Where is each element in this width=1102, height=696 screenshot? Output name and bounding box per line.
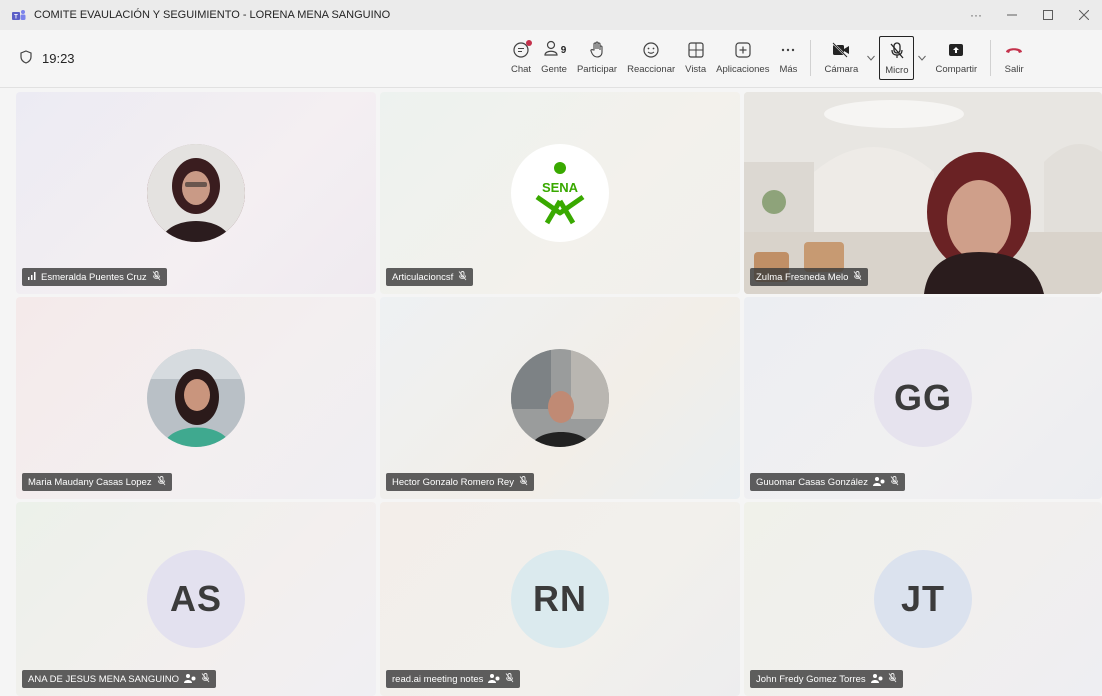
participant-name-tag: Guuomar Casas González bbox=[750, 473, 905, 491]
mic-off-icon bbox=[888, 672, 897, 686]
raise-hand-button[interactable]: Participar bbox=[572, 36, 622, 80]
participant-tile[interactable]: Maria Maudany Casas Lopez bbox=[16, 297, 376, 499]
participant-name: Maria Maudany Casas Lopez bbox=[28, 476, 152, 488]
external-guest-icon bbox=[870, 673, 883, 686]
participant-photo bbox=[147, 144, 245, 242]
mic-off-icon bbox=[505, 672, 514, 686]
participant-tile[interactable]: GG Guuomar Casas González bbox=[744, 297, 1102, 499]
external-guest-icon bbox=[488, 673, 500, 686]
participant-name: Hector Gonzalo Romero Rey bbox=[392, 476, 514, 488]
participant-tile[interactable]: Esmeralda Puentes Cruz bbox=[16, 92, 376, 294]
title-bar: T COMITE EVAULACIÓN Y SEGUIMIENTO - LORE… bbox=[0, 0, 1102, 30]
meeting-toolbar: 19:23 Chat 9 Gente Participar Reaccionar… bbox=[0, 30, 1102, 88]
participant-initials: JT bbox=[900, 578, 945, 619]
participant-initials: GG bbox=[893, 377, 952, 418]
participant-tile[interactable]: Hector Gonzalo Romero Rey bbox=[380, 297, 740, 499]
unread-dot bbox=[526, 40, 533, 46]
mic-off-icon bbox=[890, 475, 899, 489]
share-icon bbox=[947, 40, 965, 60]
external-guest-icon bbox=[872, 476, 885, 489]
hang-up-icon bbox=[1004, 40, 1024, 60]
people-button[interactable]: 9 Gente bbox=[536, 36, 572, 80]
participant-name-tag: ANA DE JESUS MENA SANGUINO bbox=[22, 670, 216, 688]
ellipsis-icon bbox=[779, 40, 797, 60]
grid-icon bbox=[687, 40, 705, 60]
maximize-icon[interactable] bbox=[1030, 0, 1066, 30]
mic-off-icon bbox=[853, 270, 862, 284]
participant-name-tag: Esmeralda Puentes Cruz bbox=[22, 268, 167, 286]
participant-name-tag: read.ai meeting notes bbox=[386, 670, 521, 688]
more-button[interactable]: Más bbox=[774, 36, 802, 80]
participant-name: Articulacioncsf bbox=[392, 271, 454, 283]
timer-text: 19:23 bbox=[42, 51, 75, 66]
participant-tile[interactable]: JT John Fredy Gomez Torres bbox=[744, 502, 1102, 696]
participant-name: Zulma Fresneda Melo bbox=[756, 271, 849, 283]
mic-off-icon bbox=[458, 270, 467, 284]
mic-button[interactable]: Micro bbox=[879, 36, 915, 80]
toolbar-divider bbox=[990, 40, 992, 76]
people-count: 9 bbox=[560, 44, 567, 56]
participant-tile[interactable]: AS ANA DE JESUS MENA SANGUINO bbox=[16, 502, 376, 696]
participant-name: Guuomar Casas González bbox=[756, 476, 868, 488]
participant-tile[interactable]: RN read.ai meeting notes bbox=[380, 502, 740, 696]
mic-off-icon bbox=[152, 270, 161, 284]
participant-name: ANA DE JESUS MENA SANGUINO bbox=[28, 673, 179, 685]
smile-icon bbox=[642, 40, 660, 60]
participant-video bbox=[744, 92, 1102, 294]
participant-photo bbox=[511, 349, 609, 447]
chat-button[interactable]: Chat bbox=[506, 36, 536, 80]
close-icon[interactable] bbox=[1066, 0, 1102, 30]
svg-text:T: T bbox=[14, 15, 18, 21]
mic-off-icon bbox=[519, 475, 528, 489]
mic-off-icon bbox=[889, 41, 905, 61]
svg-text:SENA: SENA bbox=[542, 180, 579, 195]
meeting-timer: 19:23 bbox=[20, 50, 75, 67]
window-title: COMITE EVAULACIÓN Y SEGUIMIENTO - LORENA… bbox=[34, 9, 391, 21]
mic-off-icon bbox=[201, 672, 210, 686]
view-button[interactable]: Vista bbox=[680, 36, 711, 80]
participant-name: read.ai meeting notes bbox=[392, 673, 484, 685]
camera-button[interactable]: Cámara bbox=[819, 36, 863, 80]
participant-name-tag: Zulma Fresneda Melo bbox=[750, 268, 869, 286]
chat-icon bbox=[512, 40, 533, 60]
participant-video-tile[interactable]: Zulma Fresneda Melo bbox=[744, 92, 1102, 294]
mic-off-icon bbox=[157, 475, 166, 489]
raise-hand-icon bbox=[589, 40, 605, 60]
participant-name-tag: John Fredy Gomez Torres bbox=[750, 670, 903, 688]
participant-name-tag: Maria Maudany Casas Lopez bbox=[22, 473, 172, 491]
mic-options-chevron-icon[interactable] bbox=[914, 36, 930, 80]
external-guest-icon bbox=[183, 673, 196, 686]
participant-name-tag: Hector Gonzalo Romero Rey bbox=[386, 473, 534, 491]
share-button[interactable]: Compartir bbox=[930, 36, 982, 80]
react-button[interactable]: Reaccionar bbox=[622, 36, 680, 80]
participant-avatar: RN bbox=[511, 550, 609, 648]
leave-button[interactable]: Salir bbox=[999, 36, 1029, 80]
participant-initials: AS bbox=[169, 578, 222, 619]
speaking-signal-icon bbox=[28, 271, 36, 283]
camera-options-chevron-icon[interactable] bbox=[863, 36, 879, 80]
participant-name-tag: Articulacioncsf bbox=[386, 268, 474, 286]
toolbar-divider bbox=[810, 40, 812, 76]
apps-button[interactable]: Aplicaciones bbox=[711, 36, 774, 80]
shield-icon bbox=[20, 50, 32, 67]
participant-tile[interactable]: SENA Articulacioncsf bbox=[380, 92, 740, 294]
participant-name: John Fredy Gomez Torres bbox=[756, 673, 866, 685]
participant-avatar: JT bbox=[874, 550, 972, 648]
participant-initials: RN bbox=[533, 578, 587, 619]
minimize-icon[interactable] bbox=[994, 0, 1030, 30]
teams-icon: T bbox=[12, 8, 26, 22]
participant-name: Esmeralda Puentes Cruz bbox=[41, 271, 147, 283]
participant-avatar: AS bbox=[147, 550, 245, 648]
camera-off-icon bbox=[831, 40, 851, 60]
participant-avatar: GG bbox=[874, 349, 972, 447]
add-app-icon bbox=[734, 40, 752, 60]
people-icon bbox=[542, 39, 560, 62]
participant-photo bbox=[147, 349, 245, 447]
sena-logo: SENA bbox=[511, 144, 609, 242]
more-options-icon[interactable]: ··· bbox=[958, 0, 994, 30]
